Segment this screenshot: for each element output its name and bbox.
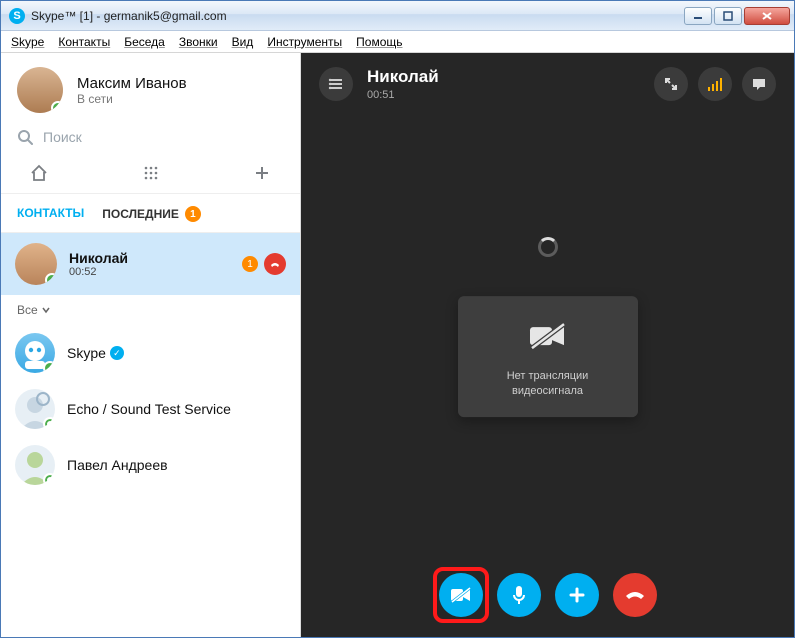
end-call-button[interactable]	[613, 573, 657, 617]
recent-badge: 1	[185, 206, 201, 222]
menu-skype[interactable]: Skype	[11, 35, 44, 49]
contacts-list: Skype ✓ Echo / Sound Test Service Павел …	[1, 325, 300, 493]
contact-name: Павел Андреев	[67, 457, 168, 473]
video-off-card: Нет трансляции видеосигнала	[458, 296, 638, 418]
call-duration: 00:51	[367, 89, 439, 101]
contacts-filter[interactable]: Все	[1, 295, 300, 325]
section-tabs: КОНТАКТЫ ПОСЛЕДНИЕ 1	[1, 194, 300, 233]
contacts-filter-label: Все	[17, 303, 38, 317]
profile-name: Максим Иванов	[77, 75, 187, 92]
call-menu-button[interactable]	[319, 67, 353, 101]
menu-view[interactable]: Вид	[232, 35, 254, 49]
tab-recent[interactable]: ПОСЛЕДНИЕ 1	[102, 206, 201, 222]
contact-name: Николай	[69, 250, 128, 266]
menu-help[interactable]: Помощь	[356, 35, 402, 49]
call-quality-button[interactable]	[698, 67, 732, 101]
video-off-text-2: видеосигнала	[468, 384, 628, 399]
annotation-highlight	[433, 567, 489, 623]
menu-calls[interactable]: Звонки	[179, 35, 218, 49]
home-tab-icon[interactable]	[29, 163, 49, 183]
verified-badge-icon: ✓	[110, 346, 124, 360]
presence-away-icon	[43, 417, 55, 429]
sidebar: Максим Иванов В сети Поиск КОНТАКТЫ ПОСЛ…	[1, 53, 301, 637]
tab-contacts[interactable]: КОНТАКТЫ	[17, 206, 84, 222]
new-tab-icon[interactable]	[252, 163, 272, 183]
signal-bars-icon	[708, 77, 722, 91]
list-item-skype[interactable]: Skype ✓	[1, 325, 300, 381]
add-participant-button[interactable]	[555, 573, 599, 617]
chat-toggle-button[interactable]	[742, 67, 776, 101]
window-title: Skype™ [1] - germanik5@gmail.com	[31, 9, 684, 23]
window-titlebar: S Skype™ [1] - germanik5@gmail.com	[1, 1, 794, 31]
dialpad-tab-icon[interactable]	[141, 163, 161, 183]
call-pane: Николай 00:51	[301, 53, 794, 637]
contact-name: Skype	[67, 345, 106, 361]
contact-avatar	[15, 243, 57, 285]
menu-bar: Skype Контакты Беседа Звонки Вид Инструм…	[1, 31, 794, 53]
presence-idle-icon	[43, 473, 55, 485]
close-button[interactable]	[744, 7, 790, 25]
contact-unread-badge: 1	[242, 256, 258, 272]
list-item-echo[interactable]: Echo / Sound Test Service	[1, 381, 300, 437]
call-peer-name: Николай	[367, 67, 439, 87]
menu-tools[interactable]: Инструменты	[267, 35, 342, 49]
contact-avatar	[15, 445, 55, 485]
presence-online-icon	[45, 273, 57, 285]
chevron-down-icon	[42, 306, 50, 314]
menu-contacts[interactable]: Контакты	[58, 35, 110, 49]
presence-online-icon	[43, 361, 55, 373]
toggle-mic-button[interactable]	[497, 573, 541, 617]
contact-name: Echo / Sound Test Service	[67, 401, 231, 417]
profile-status: В сети	[77, 92, 187, 106]
contact-avatar	[15, 389, 55, 429]
maximize-button[interactable]	[714, 7, 742, 25]
list-item-pavel[interactable]: Павел Андреев	[1, 437, 300, 493]
tab-recent-label: ПОСЛЕДНИЕ	[102, 207, 179, 221]
video-off-text-1: Нет трансляции	[468, 369, 628, 384]
hangup-small-button[interactable]	[264, 253, 286, 275]
minimize-button[interactable]	[684, 7, 712, 25]
contact-avatar	[15, 333, 55, 373]
search-input[interactable]: Поиск	[1, 123, 300, 157]
profile-avatar	[17, 67, 63, 113]
camera-off-icon	[526, 322, 570, 350]
fullscreen-button[interactable]	[654, 67, 688, 101]
search-placeholder: Поиск	[43, 129, 82, 145]
loading-spinner-icon	[538, 237, 558, 257]
active-contact-row[interactable]: Николай 00:52 1	[1, 233, 300, 295]
view-tabs	[1, 157, 300, 194]
menu-conversation[interactable]: Беседа	[124, 35, 165, 49]
skype-logo-icon: S	[9, 8, 25, 24]
call-controls	[439, 573, 657, 617]
presence-online-icon	[51, 101, 63, 113]
contact-call-time: 00:52	[69, 266, 128, 278]
profile-block[interactable]: Максим Иванов В сети	[1, 53, 300, 123]
search-icon	[17, 129, 33, 145]
